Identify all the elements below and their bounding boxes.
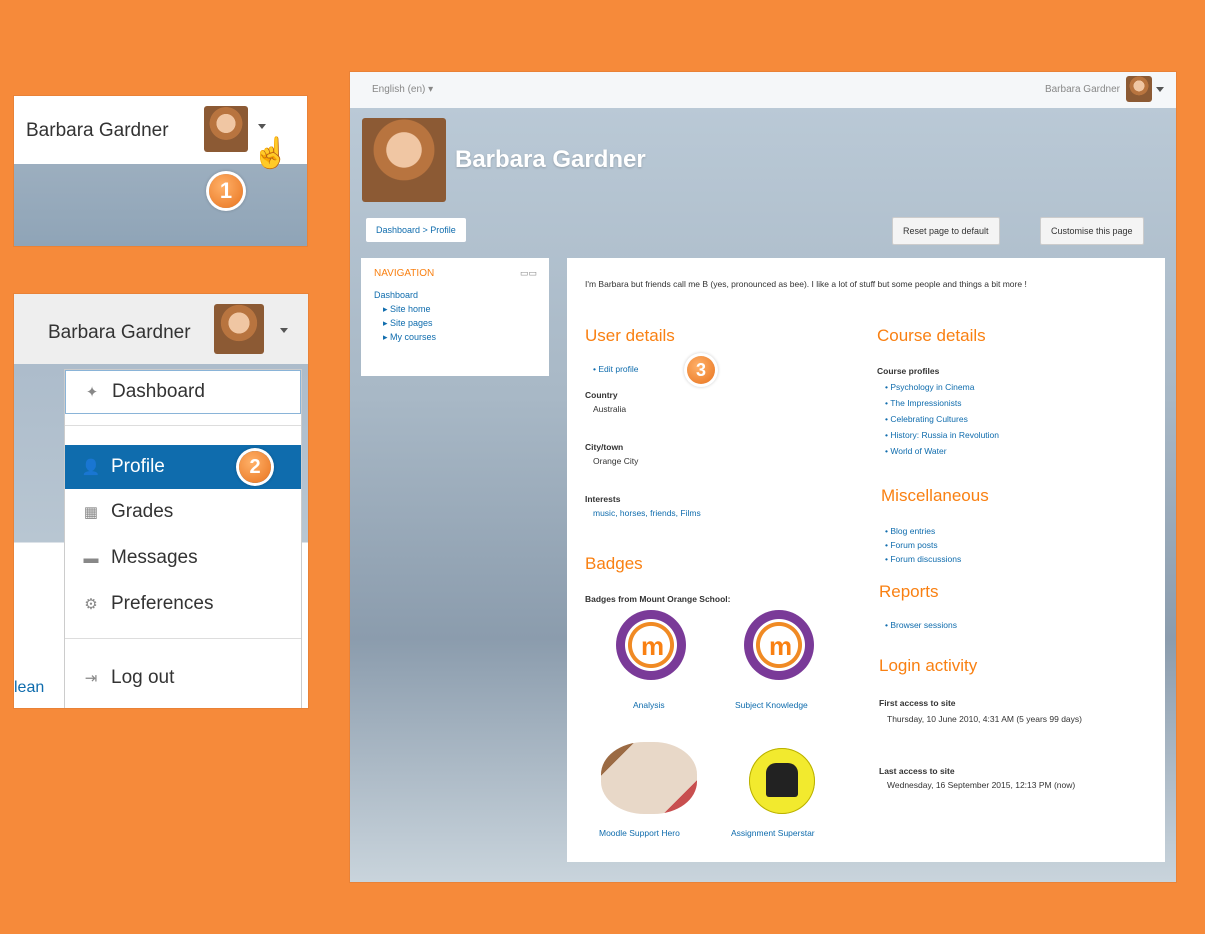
menu-item-logout[interactable]: ⇥ Log out <box>65 656 301 700</box>
menu-item-label: Preferences <box>111 593 214 614</box>
nav-item-site-home[interactable]: ▸ Site home <box>383 304 431 315</box>
profile-description: I'm Barbara but friends call me B (yes, … <box>585 279 1027 289</box>
browser-sessions-link[interactable]: • Browser sessions <box>885 620 957 630</box>
top-user-name[interactable]: Barbara Gardner <box>1045 84 1120 95</box>
avatar[interactable] <box>204 106 248 152</box>
first-access-label: First access to site <box>879 698 956 708</box>
menu-item-preferences[interactable]: ⚙ Preferences <box>65 582 301 626</box>
page-title: Barbara Gardner <box>455 146 646 173</box>
menu-divider <box>65 425 301 426</box>
chevron-down-icon[interactable] <box>1156 87 1164 92</box>
user-menu-closed-panel: Barbara Gardner ☝ 1 <box>14 96 307 246</box>
login-activity-heading: Login activity <box>879 656 978 675</box>
dashboard-icon: ✦ <box>85 384 99 401</box>
badge-subject-knowledge-label[interactable]: Subject Knowledge <box>735 700 808 710</box>
user-details-heading: User details <box>585 326 675 345</box>
course-link[interactable]: • Celebrating Cultures <box>885 414 968 424</box>
menu-divider <box>65 638 301 639</box>
first-access-value: Thursday, 10 June 2010, 4:31 AM (5 years… <box>887 714 1082 724</box>
reset-page-button[interactable]: Reset page to default <box>892 217 1000 245</box>
person-at-desk-icon <box>766 763 798 797</box>
badge-analysis-label[interactable]: Analysis <box>633 700 665 710</box>
language-menu[interactable]: English (en) ▾ <box>372 84 433 95</box>
breadcrumb[interactable]: Dashboard > Profile <box>366 218 466 242</box>
country-label: Country <box>585 390 618 400</box>
navigation-title: NAVIGATION <box>374 268 435 279</box>
last-access-value: Wednesday, 16 September 2015, 12:13 PM (… <box>887 780 1076 790</box>
blog-entries-link[interactable]: • Blog entries <box>885 526 935 536</box>
menu-item-dashboard[interactable]: ✦ Dashboard <box>65 370 301 414</box>
side-link[interactable]: lean <box>14 679 44 697</box>
forum-discussions-link[interactable]: • Forum discussions <box>885 554 961 564</box>
sign-out-icon: ⇥ <box>84 670 98 687</box>
chevron-down-icon[interactable] <box>280 328 288 333</box>
user-menu-open-panel: Barbara Gardner ✦ Dashboard 👤 Profile 2 … <box>14 294 308 708</box>
profile-picture <box>362 118 446 202</box>
course-link[interactable]: • World of Water <box>885 446 947 456</box>
badge-moodle-support-hero-label[interactable]: Moodle Support Hero <box>599 828 680 838</box>
table-icon: ▦ <box>83 504 99 521</box>
user-icon: 👤 <box>81 459 101 476</box>
user-name[interactable]: Barbara Gardner <box>26 120 169 142</box>
badge-assignment-superstar[interactable] <box>749 748 815 814</box>
step-badge-2: 2 <box>239 451 271 483</box>
course-details-heading: Course details <box>877 326 986 345</box>
step-badge-1: 1 <box>209 174 243 208</box>
interests-label: Interests <box>585 494 621 504</box>
menu-item-label: Profile <box>111 456 165 477</box>
user-name[interactable]: Barbara Gardner <box>48 322 191 344</box>
navigation-block: NAVIGATION ▭▭ Dashboard ▸ Site home ▸ Si… <box>361 258 549 376</box>
city-value: Orange City <box>593 456 639 466</box>
nav-item-site-pages[interactable]: ▸ Site pages <box>383 318 433 329</box>
chevron-down-icon[interactable] <box>258 124 266 129</box>
reports-heading: Reports <box>879 582 939 601</box>
avatar[interactable] <box>214 304 264 354</box>
menu-item-profile[interactable]: 👤 Profile 2 <box>65 445 301 489</box>
badge-subject-knowledge[interactable]: m <box>744 610 814 680</box>
menu-item-label: Log out <box>111 667 175 688</box>
speech-bubble-icon: ▬ <box>83 549 99 567</box>
badge-assignment-superstar-label[interactable]: Assignment Superstar <box>731 828 815 838</box>
top-navbar: English (en) ▾ Barbara Gardner <box>350 72 1176 108</box>
badge-moodle-support-hero[interactable] <box>601 742 697 814</box>
step-badge-3: 3 <box>687 356 715 384</box>
nav-item-dashboard[interactable]: Dashboard <box>374 290 418 300</box>
city-label: City/town <box>585 442 624 452</box>
gear-icon: ⚙ <box>84 596 98 613</box>
interests-value[interactable]: music, horses, friends, Films <box>593 508 701 518</box>
edit-profile-link[interactable]: • Edit profile <box>593 364 639 374</box>
profile-content: I'm Barbara but friends call me B (yes, … <box>567 258 1165 862</box>
menu-item-label: Dashboard <box>112 381 205 402</box>
course-link[interactable]: • Psychology in Cinema <box>885 382 974 392</box>
menu-item-label: Messages <box>111 547 198 568</box>
last-access-label: Last access to site <box>879 766 955 776</box>
profile-page-panel: English (en) ▾ Barbara Gardner Barbara G… <box>350 72 1176 882</box>
badges-from-label: Badges from Mount Orange School: <box>585 594 731 604</box>
country-value: Australia <box>593 404 627 414</box>
course-link[interactable]: • History: Russia in Revolution <box>885 430 999 440</box>
badge-analysis[interactable]: m <box>616 610 686 680</box>
course-link[interactable]: • The Impressionists <box>885 398 962 408</box>
customise-page-button[interactable]: Customise this page <box>1040 217 1144 245</box>
avatar[interactable] <box>1126 76 1152 102</box>
badges-heading: Badges <box>585 554 643 573</box>
course-profiles-label: Course profiles <box>877 366 940 376</box>
user-dropdown-menu: ✦ Dashboard 👤 Profile 2 ▦ Grades ▬ Messa… <box>64 369 302 708</box>
hand-pointer-icon: ☝ <box>252 137 290 170</box>
nav-item-my-courses[interactable]: ▸ My courses <box>383 332 436 343</box>
miscellaneous-heading: Miscellaneous <box>881 486 989 505</box>
block-collapse-icon[interactable]: ▭▭ <box>520 268 537 279</box>
menu-item-label: Grades <box>111 501 174 522</box>
menu-item-messages[interactable]: ▬ Messages <box>65 536 301 580</box>
forum-posts-link[interactable]: • Forum posts <box>885 540 938 550</box>
menu-item-grades[interactable]: ▦ Grades <box>65 490 301 534</box>
